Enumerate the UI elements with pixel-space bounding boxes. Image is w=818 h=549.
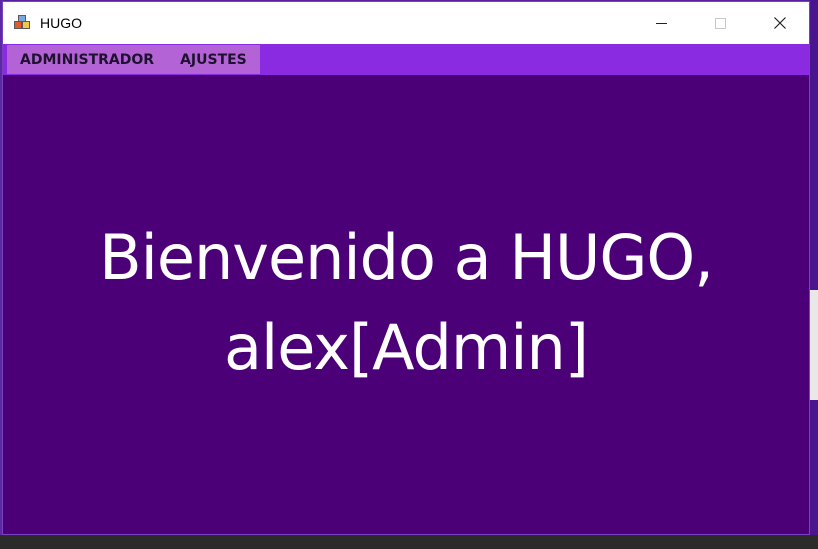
window-controls [632,2,809,44]
welcome-message: Bienvenido a HUGO, alex[Admin] [3,213,809,393]
close-icon [773,17,786,29]
minimize-button[interactable] [632,2,691,44]
welcome-line-1: Bienvenido a HUGO, [99,221,714,294]
menu-item-ajustes[interactable]: AJUSTES [167,45,260,74]
minimize-icon [656,22,667,24]
desktop-right-edge [809,0,818,549]
welcome-line-2: alex[Admin] [224,311,589,384]
window-title: HUGO [40,15,82,31]
app-icon [14,14,32,32]
menu-group: ADMINISTRADOR AJUSTES [7,45,260,74]
menu-item-administrador[interactable]: ADMINISTRADOR [7,45,167,74]
close-button[interactable] [750,2,809,44]
title-bar[interactable]: HUGO [3,2,809,44]
maximize-button[interactable] [691,2,750,44]
menu-bar: ADMINISTRADOR AJUSTES [3,44,809,75]
main-content: Bienvenido a HUGO, alex[Admin] [3,75,809,534]
app-window: HUGO ADMINISTRADOR AJUSTES Bienvenido a … [2,1,810,535]
background-window-edge [809,290,818,400]
maximize-icon [715,17,726,29]
taskbar [0,535,818,549]
